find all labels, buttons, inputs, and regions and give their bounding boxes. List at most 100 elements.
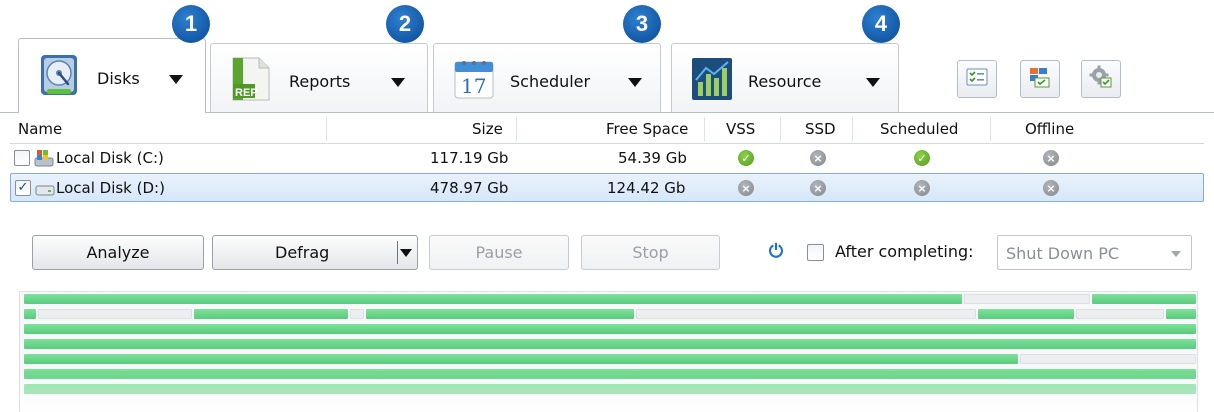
stop-button[interactable]: Stop: [581, 235, 720, 270]
disk-free-space: 124.42 Gb: [607, 179, 686, 197]
chevron-down-icon[interactable]: [391, 78, 405, 87]
column-header-size[interactable]: Size: [472, 120, 503, 138]
layout-icon: [1029, 66, 1051, 92]
used-cluster-block: [1166, 309, 1196, 319]
free-cluster-block: [38, 309, 192, 319]
disk-free-space: 54.39 Gb: [618, 149, 687, 167]
split-separator: [397, 241, 398, 264]
column-header-name[interactable]: Name: [18, 120, 62, 138]
used-cluster-block: [24, 354, 1018, 364]
cluster-map-row: [20, 324, 1197, 337]
disk-icon: [37, 53, 81, 99]
cluster-map-row: [20, 309, 1197, 322]
chart-icon: [690, 56, 734, 102]
cross-icon: ×: [1043, 150, 1059, 166]
table-row-selected[interactable]: ✓ Local Disk (D:) 478.97 Gb 124.42 Gb × …: [10, 173, 1204, 202]
tab-label: Disks: [97, 69, 140, 88]
cluster-map-row: [20, 369, 1197, 382]
free-cluster-block: [1076, 309, 1164, 319]
chevron-down-icon[interactable]: [866, 78, 880, 87]
column-header-free-space[interactable]: Free Space: [606, 120, 688, 138]
used-cluster-block: [978, 309, 1074, 319]
disk-table: Name Size Free Space VSS SSD Scheduled O…: [10, 114, 1204, 202]
select-value: Shut Down PC: [1006, 244, 1120, 263]
free-cluster-block: [964, 294, 1090, 304]
chevron-down-icon[interactable]: [400, 249, 412, 257]
check-icon: ✓: [914, 150, 930, 166]
power-icon: ⏻: [768, 241, 784, 262]
column-header-ssd[interactable]: SSD: [805, 120, 836, 138]
cluster-map: [19, 291, 1198, 412]
column-header-offline[interactable]: Offline: [1025, 120, 1074, 138]
tab-resource[interactable]: Resource: [671, 43, 899, 113]
table-row[interactable]: Local Disk (C:) 117.19 Gb 54.39 Gb ✓ × ✓…: [10, 144, 1204, 173]
column-separator: [326, 117, 327, 141]
cluster-map-row: [20, 354, 1197, 367]
column-separator: [852, 117, 853, 141]
cluster-map-row: [20, 294, 1197, 307]
tab-disks[interactable]: Disks: [18, 38, 206, 113]
chevron-down-icon[interactable]: [628, 78, 642, 87]
chevron-down-icon: [1171, 251, 1181, 257]
cluster-map-row: [20, 384, 1197, 397]
analyze-button[interactable]: Analyze: [32, 235, 204, 270]
disk-checkbox-checked[interactable]: ✓: [15, 180, 31, 196]
tab-strip: 1 2 3 4 Disks REP Reports 17 Scheduler R…: [0, 0, 1214, 113]
pause-button[interactable]: Pause: [429, 235, 569, 270]
free-cluster-block: [636, 309, 976, 319]
chevron-down-icon[interactable]: [169, 75, 183, 84]
tab-reports[interactable]: REP Reports: [210, 43, 428, 113]
table-header: Name Size Free Space VSS SSD Scheduled O…: [10, 114, 1204, 144]
tab-label: Scheduler: [510, 72, 591, 91]
after-completing-checkbox[interactable]: [807, 244, 824, 261]
defrag-split-button[interactable]: Defrag: [212, 235, 418, 270]
disk-size: 117.19 Gb: [430, 149, 509, 167]
cluster-map-row: [20, 339, 1197, 352]
tab-label: Resource: [748, 72, 822, 91]
settings-button[interactable]: [1081, 60, 1121, 98]
system-disk-icon: [34, 149, 54, 171]
column-separator: [780, 117, 781, 141]
column-header-scheduled[interactable]: Scheduled: [880, 120, 958, 138]
used-cluster-block: [1092, 294, 1196, 304]
free-cluster-block: [350, 309, 364, 319]
used-cluster-block: [24, 324, 1196, 334]
tab-number-badge: 2: [386, 5, 424, 43]
used-cluster-block: [24, 309, 36, 319]
cross-icon: ×: [1043, 180, 1059, 196]
disk-name: Local Disk (C:): [56, 149, 164, 167]
report-icon: REP: [229, 56, 273, 102]
calendar-day-text: 17: [461, 74, 486, 98]
disk-checkbox[interactable]: [14, 150, 30, 166]
tab-number-badge: 4: [862, 5, 900, 43]
action-bar: Analyze Defrag Pause Stop ⏻ After comple…: [10, 222, 1204, 288]
tab-scheduler[interactable]: 17 Scheduler: [433, 43, 661, 113]
calendar-icon: 17: [452, 56, 496, 102]
check-icon: ✓: [738, 150, 754, 166]
used-cluster-block: [24, 339, 1196, 349]
cross-icon: ×: [738, 180, 754, 196]
column-header-vss[interactable]: VSS: [726, 120, 755, 138]
free-cluster-block: [1020, 354, 1196, 364]
settings-icon: [1089, 65, 1113, 93]
used-cluster-block: [24, 384, 1196, 394]
cross-icon: ×: [810, 180, 826, 196]
defrag-button-label: Defrag: [275, 243, 330, 262]
tab-number-badge: 1: [172, 5, 210, 43]
checklist-icon: [966, 68, 988, 90]
column-separator: [990, 117, 991, 141]
report-icon-text: REP: [235, 87, 258, 99]
tab-label: Reports: [289, 72, 351, 91]
cross-icon: ×: [810, 150, 826, 166]
disk-name: Local Disk (D:): [56, 179, 165, 197]
layout-button[interactable]: [1020, 60, 1060, 98]
used-cluster-block: [366, 309, 634, 319]
used-cluster-block: [24, 369, 1196, 379]
tab-number-badge: 3: [623, 5, 661, 43]
after-completing-select[interactable]: Shut Down PC: [997, 235, 1192, 270]
drive-icon: [35, 180, 55, 200]
column-separator: [704, 117, 705, 141]
disk-size: 478.97 Gb: [430, 179, 509, 197]
job-list-button[interactable]: [957, 60, 997, 98]
after-completing-label: After completing:: [835, 242, 974, 261]
